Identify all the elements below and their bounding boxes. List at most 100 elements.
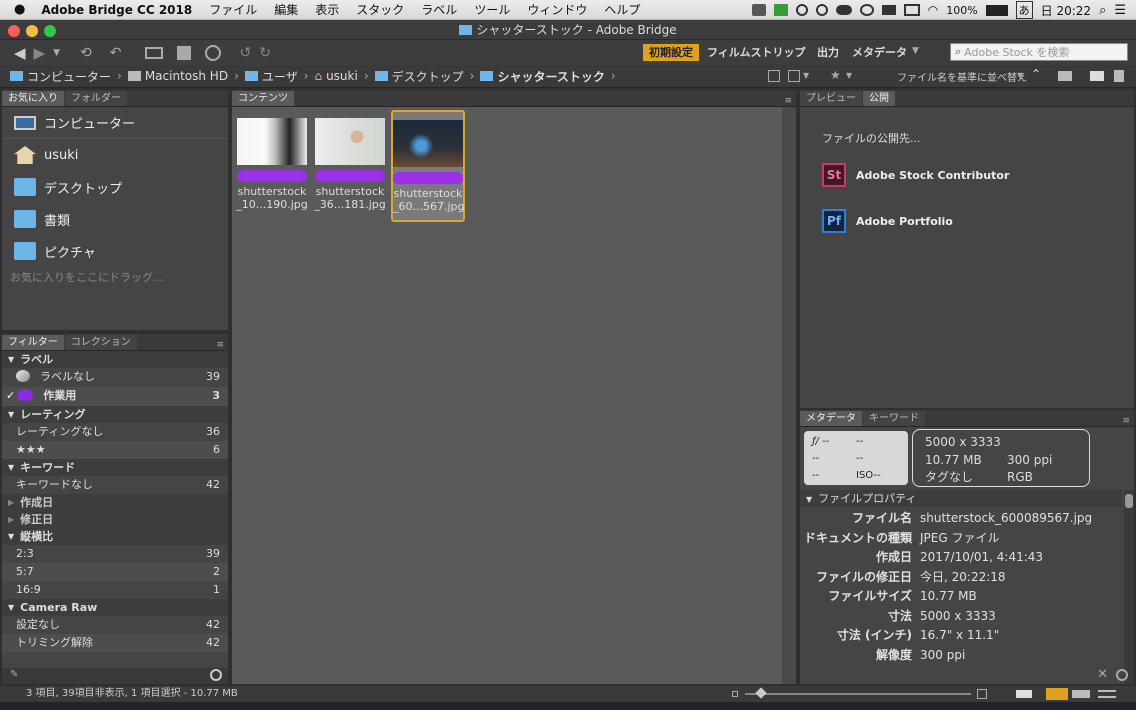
recent-icon[interactable]: ⟲ xyxy=(80,45,92,61)
view-thumbnails-icon[interactable] xyxy=(1016,690,1032,698)
tab-metadata[interactable]: メタデータ xyxy=(800,411,862,426)
star-dropdown-icon[interactable]: ▼ xyxy=(846,71,852,80)
new-folder-icon[interactable] xyxy=(1090,71,1104,81)
menu-stack[interactable]: スタック xyxy=(356,1,404,18)
filter-group-label[interactable]: ▼ ラベル xyxy=(2,351,228,368)
back-icon[interactable]: ◀ xyxy=(14,44,26,62)
apply-edit-icon[interactable] xyxy=(1116,669,1128,681)
crumb-macintosh-hd[interactable]: Macintosh HD xyxy=(145,69,228,83)
filter-row[interactable]: ★★★ 6 xyxy=(2,441,228,459)
tab-folders[interactable]: フォルダー xyxy=(65,91,127,106)
status-icon-d[interactable] xyxy=(859,4,874,16)
battery-icon[interactable] xyxy=(985,4,1008,16)
cloud-icon[interactable] xyxy=(835,5,852,15)
metadata-scrollbar[interactable] xyxy=(1124,490,1134,684)
open-camera-raw-icon[interactable] xyxy=(205,44,222,61)
sort-dropdown-icon[interactable]: ▼ xyxy=(1017,71,1023,80)
filter-row[interactable]: 16:9 1 xyxy=(2,581,228,599)
rotate-left-icon[interactable]: ↺ xyxy=(239,45,251,61)
status-icon-a[interactable] xyxy=(751,4,766,16)
menu-help[interactable]: ヘルプ xyxy=(604,1,640,18)
favorite-pictures[interactable]: ピクチャ xyxy=(2,235,228,267)
tab-content[interactable]: コンテンツ xyxy=(232,91,294,106)
view-dropdown-icon[interactable]: ▼ xyxy=(803,71,809,80)
slider-thumb[interactable] xyxy=(755,687,767,699)
thumbnail-size-slider[interactable] xyxy=(745,687,971,699)
zoom-button[interactable] xyxy=(44,25,56,37)
clock[interactable]: 日 20:22 xyxy=(1041,2,1091,19)
history-dropdown-icon[interactable]: ▼ xyxy=(53,48,60,58)
status-icon-c[interactable] xyxy=(815,4,828,16)
star-filter-icon[interactable]: ★ xyxy=(830,68,841,82)
menu-file[interactable]: ファイル xyxy=(209,1,257,18)
crumb-shutterstock[interactable]: シャッターストック xyxy=(497,68,604,85)
status-icon-green[interactable] xyxy=(773,4,788,16)
workspace-default[interactable]: 初期設定 xyxy=(643,44,699,61)
boomerang-icon[interactable]: ↶ xyxy=(110,45,122,61)
workspace-metadata[interactable]: メタデータ xyxy=(852,44,907,61)
status-icon-b[interactable] xyxy=(795,4,808,16)
crumb-users[interactable]: ユーザ xyxy=(262,68,298,85)
minimize-button[interactable] xyxy=(26,25,38,37)
filter-group-rating[interactable]: ▼ レーティング xyxy=(2,406,228,423)
filter-group-created[interactable]: ▶ 作成日 xyxy=(2,494,228,511)
refine-icon[interactable] xyxy=(177,45,192,60)
favorite-documents[interactable]: 書類 xyxy=(2,203,228,235)
notification-icon[interactable]: ☰ xyxy=(1114,3,1126,18)
menu-view[interactable]: 表示 xyxy=(315,1,339,18)
crumb-usuki[interactable]: usuki xyxy=(326,69,358,83)
filter-row[interactable]: ✓ 作業用 3 xyxy=(2,387,228,406)
input-method[interactable]: あ xyxy=(1015,1,1033,19)
favorite-desktop[interactable]: デスクトップ xyxy=(2,171,228,203)
publish-target-portfolio[interactable]: Pf Adobe Portfolio xyxy=(822,209,953,233)
status-icon-e[interactable] xyxy=(881,5,896,15)
filter-group-modified[interactable]: ▶ 修正日 xyxy=(2,511,228,528)
workspace-filmstrip[interactable]: フィルムストリップ xyxy=(707,44,806,61)
sort-dropdown[interactable]: ファイル名を基準に並べ替え xyxy=(897,69,1027,84)
tab-keywords[interactable]: キーワード xyxy=(863,411,925,426)
thumbnail-item[interactable]: shutterstock _10...190.jpg xyxy=(236,114,308,220)
view-grid-icon[interactable] xyxy=(1046,688,1068,700)
crumb-computer[interactable]: コンピューター xyxy=(27,68,111,85)
view-details-icon[interactable] xyxy=(1072,690,1090,698)
wifi-icon[interactable]: ◠ xyxy=(928,3,938,17)
view-list-icon[interactable] xyxy=(1098,690,1116,698)
tab-publish[interactable]: 公開 xyxy=(863,91,895,106)
thumb-size-large-icon[interactable] xyxy=(977,689,987,699)
open-recent-folder-icon[interactable] xyxy=(1058,71,1072,81)
filter-row[interactable]: 5:7 2 xyxy=(2,563,228,581)
menu-label[interactable]: ラベル xyxy=(421,1,457,18)
thumbnail-item-selected[interactable]: shutterstock _60...567.jpg xyxy=(391,110,465,222)
crumb-desktop[interactable]: デスクトップ xyxy=(392,68,464,85)
filter-row[interactable]: トリミング解除 42 xyxy=(2,634,228,652)
panel-menu-icon[interactable]: ≡ xyxy=(1122,416,1130,426)
filter-group-keywords[interactable]: ▼ キーワード xyxy=(2,459,228,476)
filter-row[interactable]: 設定なし 42 xyxy=(2,616,228,634)
clear-filter-icon[interactable] xyxy=(210,669,222,681)
tab-filter[interactable]: フィルター xyxy=(2,335,64,350)
rotate-right-icon[interactable]: ↻ xyxy=(259,45,271,61)
panel-menu-icon[interactable]: ≡ xyxy=(216,340,224,350)
filter-group-aspect[interactable]: ▼ 縦横比 xyxy=(2,528,228,545)
tab-collections[interactable]: コレクション xyxy=(64,335,137,350)
filter-row[interactable]: ラベルなし 39 xyxy=(2,368,228,387)
workspace-output[interactable]: 出力 xyxy=(817,44,839,61)
view-options-icon[interactable] xyxy=(788,70,800,82)
panel-menu-icon[interactable]: ≡ xyxy=(784,96,792,106)
pin-icon[interactable]: ✎ xyxy=(10,669,18,680)
filter-row[interactable]: レーティングなし 36 xyxy=(2,423,228,441)
apple-icon[interactable]: ● xyxy=(14,2,25,17)
sort-ascending-icon[interactable]: ⌃ xyxy=(1031,67,1041,81)
tab-favorites[interactable]: お気に入り xyxy=(2,91,64,106)
workspace-dropdown-icon[interactable]: ▼ xyxy=(912,46,919,56)
filter-row[interactable]: 2:3 39 xyxy=(2,545,228,563)
delete-icon[interactable] xyxy=(1114,70,1124,82)
publish-target-stock[interactable]: St Adobe Stock Contributor xyxy=(822,163,1009,187)
display-icon[interactable] xyxy=(903,4,920,16)
content-scrollbar[interactable] xyxy=(782,107,796,684)
favorite-computer[interactable]: コンピューター xyxy=(2,107,228,139)
thumb-size-small-icon[interactable] xyxy=(732,691,738,697)
menu-tools[interactable]: ツール xyxy=(474,1,510,18)
favorite-usuki[interactable]: usuki xyxy=(2,139,228,171)
menu-edit[interactable]: 編集 xyxy=(274,1,298,18)
